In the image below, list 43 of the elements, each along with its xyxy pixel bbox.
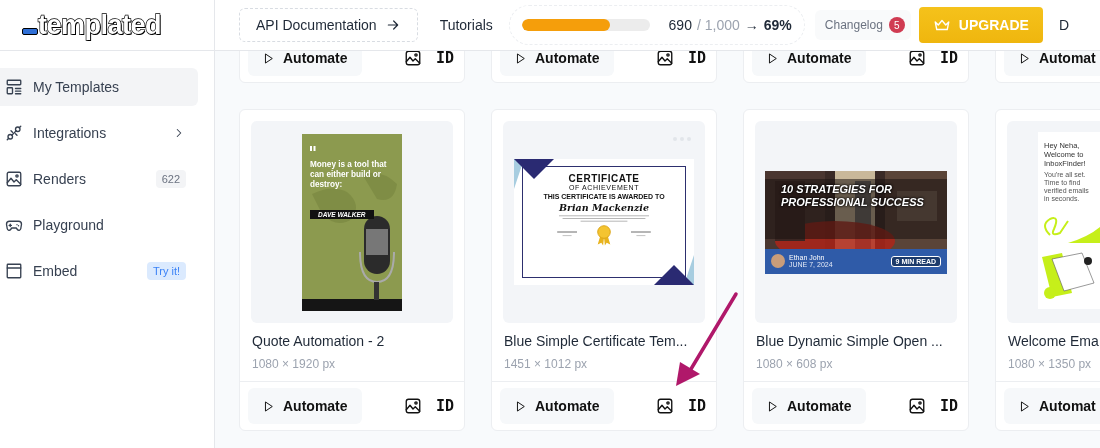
logo[interactable]: templated: [38, 9, 162, 41]
headline-text: 10 STRATEGIES FOR PROFESSIONAL SUCCESS: [781, 182, 925, 210]
template-title: Quote Automation - 2: [252, 333, 386, 349]
certificate-heading: CERTIFICATE: [568, 173, 640, 184]
api-documentation-button[interactable]: API Documentation: [239, 8, 418, 42]
automate-button[interactable]: Automat: [1004, 388, 1100, 424]
template-dimensions: 1080 × 1920 px: [252, 357, 337, 371]
automate-button[interactable]: Automate: [248, 51, 362, 76]
quote-text: Money is a tool that can either build or destroy:: [310, 159, 388, 190]
template-title: Welcome Ema: [1008, 333, 1100, 349]
sidebar-item[interactable]: Embed Try it!: [0, 252, 198, 290]
sidebar-item[interactable]: My Templates: [0, 68, 198, 106]
id-button[interactable]: ID: [687, 51, 706, 67]
changelog-button[interactable]: Changelog 5: [814, 10, 911, 40]
count-badge: 622: [155, 170, 186, 188]
tutorials-link[interactable]: Tutorials: [439, 17, 493, 33]
usage-used: 690: [668, 17, 692, 33]
automate-button[interactable]: Automat: [1004, 51, 1100, 76]
automate-button[interactable]: Automate: [248, 388, 362, 424]
automate-button[interactable]: Automate: [500, 388, 614, 424]
template-dimensions: 1451 × 1012 px: [504, 357, 589, 371]
id-button[interactable]: ID: [687, 397, 706, 415]
automate-button[interactable]: Automate: [752, 51, 866, 76]
automate-button[interactable]: Automate: [500, 51, 614, 76]
id-button[interactable]: ID: [435, 397, 454, 415]
template-dimensions: 1080 × 1350 px: [1008, 357, 1093, 371]
usage-total: / 1,000: [696, 17, 740, 33]
usage-arrow: →: [744, 17, 759, 33]
recipient-name: Brian Mackenzie: [558, 202, 650, 213]
id-button[interactable]: ID: [939, 397, 958, 415]
sidebar-item[interactable]: Integrations: [0, 114, 198, 152]
sidebar-item[interactable]: Renders 622: [0, 160, 198, 198]
notification-badge: 5: [888, 17, 905, 33]
template-title: Blue Simple Certificate Tem...: [504, 333, 689, 349]
sidebar-item[interactable]: Playground: [0, 206, 198, 244]
try-it-tag: Try it!: [146, 262, 186, 280]
template-dimensions: 1080 × 608 px: [756, 357, 834, 371]
user-menu[interactable]: D: [1058, 17, 1069, 33]
template-title: Blue Dynamic Simple Open ...: [756, 333, 944, 349]
id-button[interactable]: ID: [939, 51, 958, 67]
usage-percent: 69%: [763, 17, 792, 33]
automate-button[interactable]: Automate: [752, 388, 866, 424]
id-button[interactable]: ID: [435, 51, 454, 67]
